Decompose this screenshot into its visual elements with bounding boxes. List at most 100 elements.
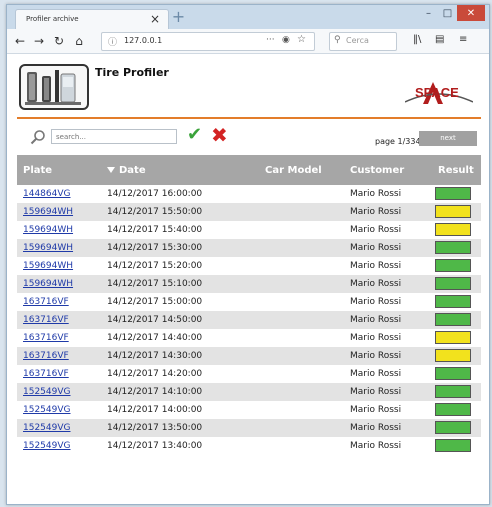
result-indicator <box>435 205 471 218</box>
sort-down-icon <box>107 167 115 173</box>
result-indicator <box>435 439 471 452</box>
date-cell: 14/12/2017 14:20:00 <box>107 369 203 379</box>
column-date-label: Date <box>119 165 146 176</box>
plate-link[interactable]: 152549VG <box>23 387 71 397</box>
info-icon[interactable]: ⓘ <box>108 35 117 48</box>
date-cell: 14/12/2017 16:00:00 <box>107 189 203 199</box>
page-indicator: page 1/334 <box>375 137 421 146</box>
column-plate[interactable]: Plate <box>23 165 52 176</box>
sidebar-icon[interactable]: ▤ <box>435 34 444 45</box>
plate-link[interactable]: 163716VF <box>23 333 69 343</box>
result-indicator <box>435 313 471 326</box>
browser-tab[interactable]: Profiler archive × <box>15 9 169 30</box>
maximize-icon[interactable]: □ <box>438 5 457 21</box>
tab-title: Profiler archive <box>26 15 79 23</box>
magnifier-icon[interactable] <box>30 129 46 145</box>
column-customer[interactable]: Customer <box>350 165 404 176</box>
column-car-model[interactable]: Car Model <box>265 165 322 176</box>
date-cell: 14/12/2017 15:10:00 <box>107 279 203 289</box>
customer-cell: Mario Rossi <box>350 441 402 451</box>
result-indicator <box>435 349 471 362</box>
plate-link[interactable]: 163716VF <box>23 297 69 307</box>
minimize-icon[interactable]: – <box>419 5 438 21</box>
plate-link[interactable]: 159694WH <box>23 243 73 253</box>
plate-link[interactable]: 159694WH <box>23 225 73 235</box>
date-cell: 14/12/2017 13:50:00 <box>107 423 203 433</box>
library-icon[interactable]: ‖\ <box>413 34 421 45</box>
reload-icon[interactable]: ↻ <box>51 33 67 49</box>
back-icon[interactable]: ← <box>12 33 28 49</box>
date-cell: 14/12/2017 13:40:00 <box>107 441 203 451</box>
forward-icon[interactable]: → <box>31 33 47 49</box>
search-placeholder: Cerca <box>346 36 369 45</box>
table-row[interactable]: 159694WH 14/12/2017 15:10:00 Mario Rossi <box>17 275 481 293</box>
result-indicator <box>435 331 471 344</box>
plate-link[interactable]: 152549VG <box>23 405 71 415</box>
pocket-icon[interactable]: ◉ <box>282 35 290 45</box>
column-result[interactable]: Result <box>438 165 474 176</box>
result-indicator <box>435 367 471 380</box>
plate-link[interactable]: 163716VF <box>23 315 69 325</box>
table-row[interactable]: 144864VG 14/12/2017 16:00:00 Mario Rossi <box>17 185 481 203</box>
result-indicator <box>435 421 471 434</box>
customer-cell: Mario Rossi <box>350 225 402 235</box>
table-row[interactable]: 159694WH 14/12/2017 15:20:00 Mario Rossi <box>17 257 481 275</box>
date-cell: 14/12/2017 14:00:00 <box>107 405 203 415</box>
plate-link[interactable]: 159694WH <box>23 279 73 289</box>
url-bar[interactable]: ⓘ 127.0.0.1 ··· ◉ ☆ <box>101 32 315 51</box>
window-controls: – □ ✕ <box>419 5 485 22</box>
table-row[interactable]: 163716VF 14/12/2017 14:50:00 Mario Rossi <box>17 311 481 329</box>
home-icon[interactable]: ⌂ <box>71 33 87 49</box>
table-row[interactable]: 152549VG 14/12/2017 14:10:00 Mario Rossi <box>17 383 481 401</box>
customer-cell: Mario Rossi <box>350 369 402 379</box>
menu-icon[interactable]: ≡ <box>459 34 467 45</box>
next-button[interactable]: next <box>419 131 477 146</box>
new-tab-icon[interactable]: + <box>170 9 187 26</box>
date-cell: 14/12/2017 14:30:00 <box>107 351 203 361</box>
plate-link[interactable]: 152549VG <box>23 423 71 433</box>
date-cell: 14/12/2017 14:10:00 <box>107 387 203 397</box>
plate-link[interactable]: 152549VG <box>23 441 71 451</box>
customer-cell: Mario Rossi <box>350 207 402 217</box>
browser-search-bar[interactable]: ⚲ Cerca <box>329 32 397 51</box>
more-actions-icon[interactable]: ··· <box>266 35 275 45</box>
checkmark-icon[interactable]: ✔ <box>187 126 202 144</box>
bookmark-star-icon[interactable]: ☆ <box>297 34 306 45</box>
result-indicator <box>435 241 471 254</box>
plate-link[interactable]: 159694WH <box>23 261 73 271</box>
plate-link[interactable]: 159694WH <box>23 207 73 217</box>
customer-cell: Mario Rossi <box>350 351 402 361</box>
table-row[interactable]: 163716VF 14/12/2017 14:20:00 Mario Rossi <box>17 365 481 383</box>
tire-profiler-logo <box>19 64 89 110</box>
url-text[interactable]: 127.0.0.1 <box>124 36 162 45</box>
customer-cell: Mario Rossi <box>350 405 402 415</box>
result-indicator <box>435 295 471 308</box>
result-indicator <box>435 385 471 398</box>
table-row[interactable]: 152549VG 14/12/2017 13:40:00 Mario Rossi <box>17 437 481 455</box>
table-row[interactable]: 159694WH 14/12/2017 15:50:00 Mario Rossi <box>17 203 481 221</box>
column-date[interactable]: Date <box>107 165 146 176</box>
tab-close-icon[interactable]: × <box>150 12 160 26</box>
table-row[interactable]: 163716VF 14/12/2017 14:30:00 Mario Rossi <box>17 347 481 365</box>
browser-window: Profiler archive × + – □ ✕ ← → ↻ ⌂ ⓘ 127… <box>6 4 490 505</box>
plate-link[interactable]: 163716VF <box>23 369 69 379</box>
table-row[interactable]: 152549VG 14/12/2017 14:00:00 Mario Rossi <box>17 401 481 419</box>
cross-icon[interactable]: ✖ <box>211 125 228 145</box>
tab-strip: Profiler archive × + – □ ✕ <box>7 5 489 30</box>
table-row[interactable]: 163716VF 14/12/2017 14:40:00 Mario Rossi <box>17 329 481 347</box>
table-row[interactable]: 159694WH 14/12/2017 15:40:00 Mario Rossi <box>17 221 481 239</box>
table-row[interactable]: 152549VG 14/12/2017 13:50:00 Mario Rossi <box>17 419 481 437</box>
table-row[interactable]: 163716VF 14/12/2017 15:00:00 Mario Rossi <box>17 293 481 311</box>
customer-cell: Mario Rossi <box>350 387 402 397</box>
plate-link[interactable]: 144864VG <box>23 189 71 199</box>
search-input[interactable] <box>51 129 177 144</box>
customer-cell: Mario Rossi <box>350 333 402 343</box>
plate-link[interactable]: 163716VF <box>23 351 69 361</box>
table-row[interactable]: 159694WH 14/12/2017 15:30:00 Mario Rossi <box>17 239 481 257</box>
table-body: 144864VG 14/12/2017 16:00:00 Mario Rossi 15… <box>17 185 481 455</box>
date-cell: 14/12/2017 15:50:00 <box>107 207 203 217</box>
date-cell: 14/12/2017 15:30:00 <box>107 243 203 253</box>
customer-cell: Mario Rossi <box>350 189 402 199</box>
table-header: Plate Date Car Model Customer Result <box>17 155 481 185</box>
window-close-icon[interactable]: ✕ <box>457 5 485 21</box>
